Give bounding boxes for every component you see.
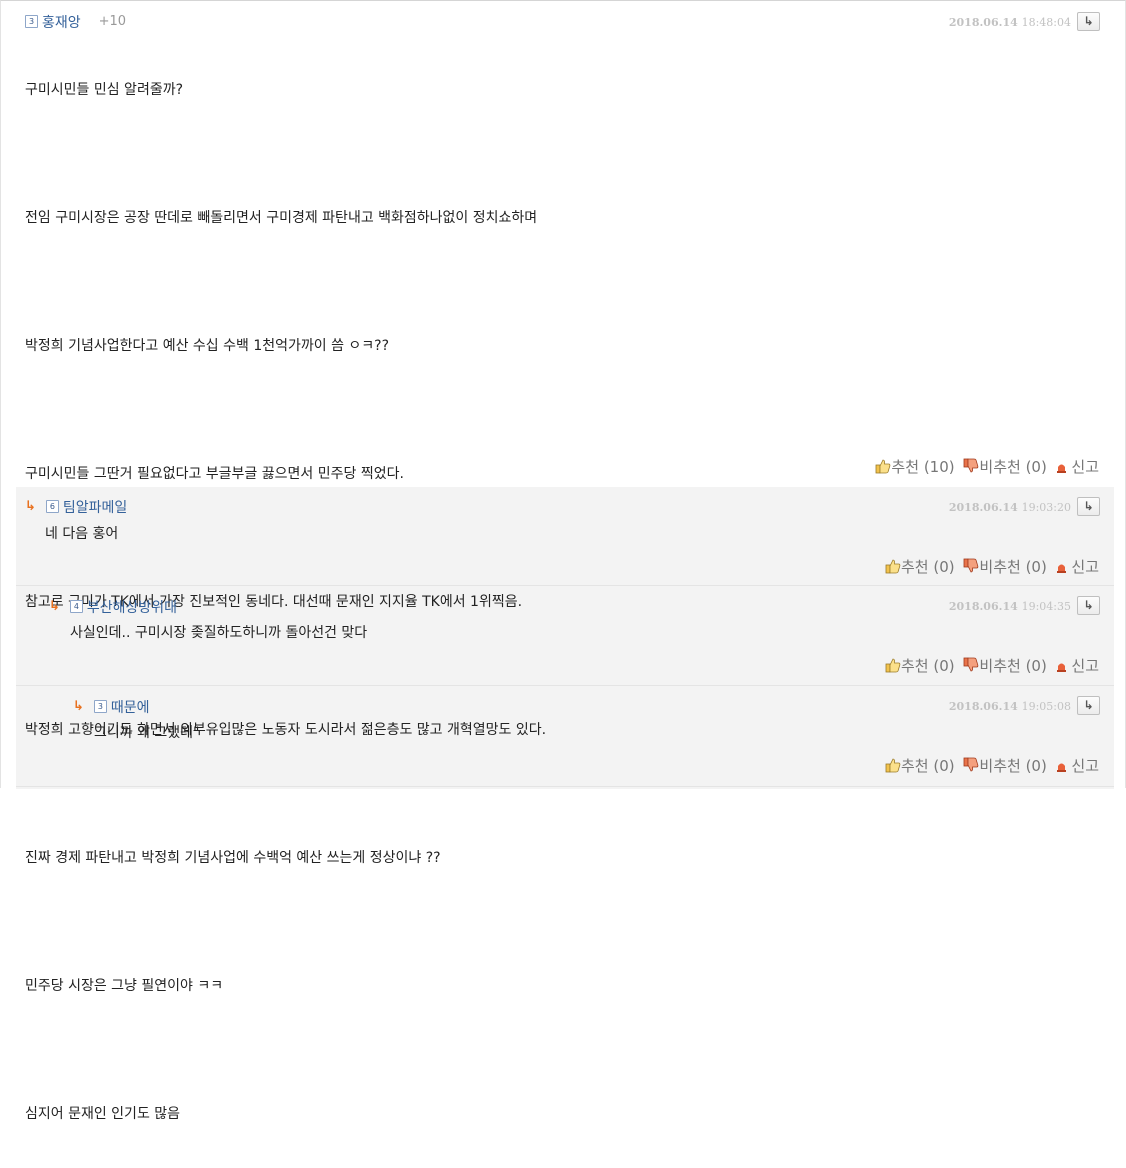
thumbs-down-icon [963,458,979,473]
reply-arrow-icon: ↳ [1083,14,1094,28]
dislike-button[interactable]: 비추천 (0) [963,458,1047,476]
level-badge: 6 [45,500,59,513]
thumbs-down-icon [963,757,979,772]
like-button[interactable]: 추천 (0) [885,558,955,576]
comment-actions: 추천 (0) 비추천 (0) 신고 [885,755,1099,776]
comment-actions: 추천 (0) 비추천 (0) 신고 [885,655,1099,676]
username-link[interactable]: 팀알파메일 [63,500,127,516]
comment-body: 그니까 왜 그랬데" [94,725,200,741]
reply-indent-arrow-icon: ↳ [25,499,36,514]
comment-timestamp: 2018.06.14 19:04:35 [948,600,1071,613]
level-badge: 3 [93,700,107,713]
report-button[interactable]: 신고 [1056,757,1099,775]
reply-arrow-icon: ↳ [1083,598,1094,612]
report-button[interactable]: 신고 [1056,458,1099,476]
comment-timestamp: 2018.06.14 19:05:08 [948,700,1071,713]
thumbs-up-icon [885,758,901,773]
comment-timestamp: 2018.06.14 18:48:04 [948,16,1071,29]
thumbs-down-icon [963,558,979,573]
reply-arrow-icon: ↳ [1083,698,1094,712]
username-link[interactable]: 때문에 [111,700,150,716]
siren-icon [1056,663,1066,672]
reply-button[interactable]: ↳ [1077,696,1100,715]
vote-score: +10 [98,14,127,29]
siren-icon [1056,464,1066,473]
reply-indent-arrow-icon: ↳ [73,699,84,714]
thumbs-up-icon [885,559,901,574]
level-badge: 3 [25,15,38,28]
comment-timestamp: 2018.06.14 19:03:20 [948,501,1071,514]
siren-icon [1056,564,1066,573]
username-link[interactable]: 부산해상방위대 [87,600,177,616]
like-button[interactable]: 추천 (0) [885,657,955,675]
like-button[interactable]: 추천 (0) [885,757,955,775]
siren-icon [1056,763,1066,772]
report-button[interactable]: 신고 [1056,558,1099,576]
dislike-button[interactable]: 비추천 (0) [963,558,1047,576]
reply-button[interactable]: ↳ [1077,497,1100,516]
comment-header: 3 홍재앙 +10 [25,11,126,31]
comment-actions: 추천 (0) 비추천 (0) 신고 [885,556,1099,577]
reply-arrow-icon: ↳ [1083,499,1094,513]
thumbs-down-icon [963,657,979,672]
comment-body: 네 다음 홍어 [45,526,119,542]
reply-button[interactable]: ↳ [1077,596,1100,615]
reply-button[interactable]: ↳ [1077,12,1100,31]
comment-header: ↳ 3 때문에 [73,696,150,716]
thumbs-up-icon [885,658,901,673]
comment-body: 사실인데.. 구미시장 좆질하도하니까 돌아선건 맞다 [70,625,368,641]
reply-indent-arrow-icon: ↳ [49,599,60,614]
report-button[interactable]: 신고 [1056,657,1099,675]
comment-header: ↳ 4 부산해상방위대 [49,596,177,616]
comment-list: 3 홍재앙 +10 2018.06.14 18:48:04 ↳ 구미시민들 민심 알… [0,0,1126,1122]
like-button[interactable]: 추천 (10) [875,458,955,476]
username-link[interactable]: 홍재앙 [42,15,81,31]
dislike-button[interactable]: 비추천 (0) [963,657,1047,675]
level-badge: 4 [69,600,83,613]
comment-actions: 추천 (10) 비추천 (0) 신고 [875,456,1099,477]
thumbs-up-icon [876,459,891,474]
comment-header: ↳ 6 팀알파메일 [25,496,127,516]
dislike-button[interactable]: 비추천 (0) [963,757,1047,775]
